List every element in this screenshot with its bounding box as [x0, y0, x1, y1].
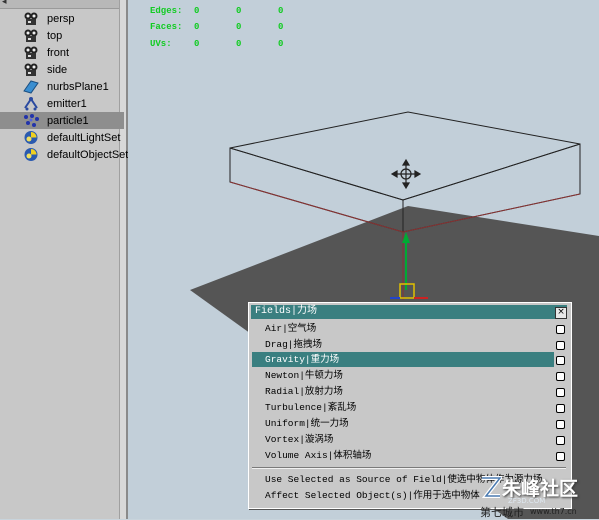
nurbs-surface-icon — [22, 79, 40, 94]
outliner-item-label: defaultLightSet — [47, 131, 121, 144]
hud-edges-value: 0 — [278, 6, 284, 16]
outliner-item-label: emitter1 — [47, 97, 87, 110]
outliner-scrollbar[interactable] — [119, 0, 126, 519]
menu-item-turbulence[interactable]: Turbulence|紊乱场 — [252, 400, 552, 415]
outliner-item-side[interactable]: side — [22, 61, 120, 78]
particle-icon — [22, 113, 40, 128]
outliner-item-label: top — [47, 29, 63, 42]
fields-menu-title[interactable]: Fields|力场 — [251, 305, 567, 319]
hud-uvs-value: 0 — [236, 39, 242, 49]
outliner-item-label: particle1 — [47, 114, 89, 127]
object-set-icon — [22, 147, 40, 162]
light-set-icon — [22, 130, 40, 145]
hud-faces-value: 0 — [278, 22, 284, 32]
outliner-item-label: side — [47, 63, 68, 76]
menu-item-air[interactable]: Air|空气场 — [252, 321, 552, 336]
menu-item-gravity[interactable]: Gravity|重力场 — [252, 352, 554, 367]
menu-item-label: Gravity|重力场 — [265, 354, 340, 365]
menu-item-label: Uniform|统一力场 — [265, 418, 349, 429]
menu-item-uniform[interactable]: Uniform|统一力场 — [252, 416, 552, 431]
hud-edges-value: 0 — [236, 6, 242, 16]
outliner-item-front[interactable]: front — [22, 44, 120, 61]
outliner-item-nurbsplane1[interactable]: nurbsPlane1 — [22, 78, 120, 95]
option-box-icon[interactable] — [556, 404, 565, 413]
hud-uvs-label: UVs: — [150, 39, 172, 49]
outliner-item-defaultobjectset[interactable]: defaultObjectSet — [22, 146, 128, 163]
option-box-icon[interactable] — [556, 452, 565, 461]
hud-uvs-value: 0 — [194, 39, 200, 49]
outliner-panel: ◂ persp top front side nurbsPlane1 emitt… — [0, 0, 128, 519]
emitter-icon — [22, 96, 40, 111]
hud-faces-value: 0 — [194, 22, 200, 32]
hud-edges-label: Edges: — [150, 6, 183, 16]
outliner-item-particle1[interactable]: particle1 — [0, 112, 124, 129]
hud-edges-value: 0 — [194, 6, 200, 16]
menu-item-label: Vortex|漩涡场 — [265, 434, 334, 445]
watermark-domain: ZF3D.COM — [508, 497, 546, 505]
watermark-url: www.th7.cn — [530, 507, 577, 516]
option-box-icon[interactable] — [556, 325, 565, 334]
zf-logo-icon — [481, 476, 502, 498]
menu-item-label: Turbulence|紊乱场 — [265, 402, 357, 413]
hud-faces-value: 0 — [236, 22, 242, 32]
option-box-icon[interactable] — [556, 356, 565, 365]
menu-item-label: Volume Axis|体积轴场 — [265, 450, 372, 461]
outliner-item-label: front — [47, 46, 70, 59]
menu-item-vortex[interactable]: Vortex|漩涡场 — [252, 432, 552, 447]
menu-item-drag[interactable]: Drag|拖拽场 — [252, 337, 552, 352]
menu-item-label: Newton|牛顿力场 — [265, 370, 343, 381]
option-box-icon[interactable] — [556, 388, 565, 397]
outliner-header: ◂ — [0, 0, 126, 9]
camera-icon — [22, 11, 40, 26]
outliner-item-defaultlightset[interactable]: defaultLightSet — [22, 129, 120, 146]
collapse-arrow-icon[interactable]: ◂ — [2, 0, 7, 7]
menu-item-volume-axis[interactable]: Volume Axis|体积轴场 — [252, 448, 552, 463]
watermark: 朱峰社区 第七城市 www.th7.cn ZF3D.COM — [478, 470, 599, 519]
menu-item-label: Affect Selected Object(s)|作用于选中物体 — [265, 490, 480, 501]
option-box-icon[interactable] — [556, 436, 565, 445]
menu-item-radial[interactable]: Radial|放射力场 — [252, 384, 552, 399]
menu-separator — [252, 467, 566, 469]
option-box-icon[interactable] — [556, 420, 565, 429]
move-manipulator-icon — [390, 158, 422, 190]
outliner-item-label: persp — [47, 12, 75, 25]
menu-item-label: Radial|放射力场 — [265, 386, 343, 397]
camera-icon — [22, 62, 40, 77]
camera-icon — [22, 28, 40, 43]
hud-faces-label: Faces: — [150, 22, 183, 32]
hud-uvs-value: 0 — [278, 39, 284, 49]
outliner-item-persp[interactable]: persp — [22, 10, 120, 27]
outliner-item-emitter1[interactable]: emitter1 — [22, 95, 120, 112]
camera-icon — [22, 45, 40, 60]
menu-item-label: Drag|拖拽场 — [265, 339, 323, 350]
outliner-item-label: defaultObjectSet — [47, 148, 129, 161]
menu-item-newton[interactable]: Newton|牛顿力场 — [252, 368, 552, 383]
menu-item-label: Air|空气场 — [265, 323, 317, 334]
outliner-item-top[interactable]: top — [22, 27, 120, 44]
outliner-item-label: nurbsPlane1 — [47, 80, 109, 93]
option-box-icon[interactable] — [556, 341, 565, 350]
watermark-subtitle: 第七城市 — [480, 506, 524, 519]
close-icon[interactable]: × — [555, 307, 567, 319]
option-box-icon[interactable] — [556, 372, 565, 381]
